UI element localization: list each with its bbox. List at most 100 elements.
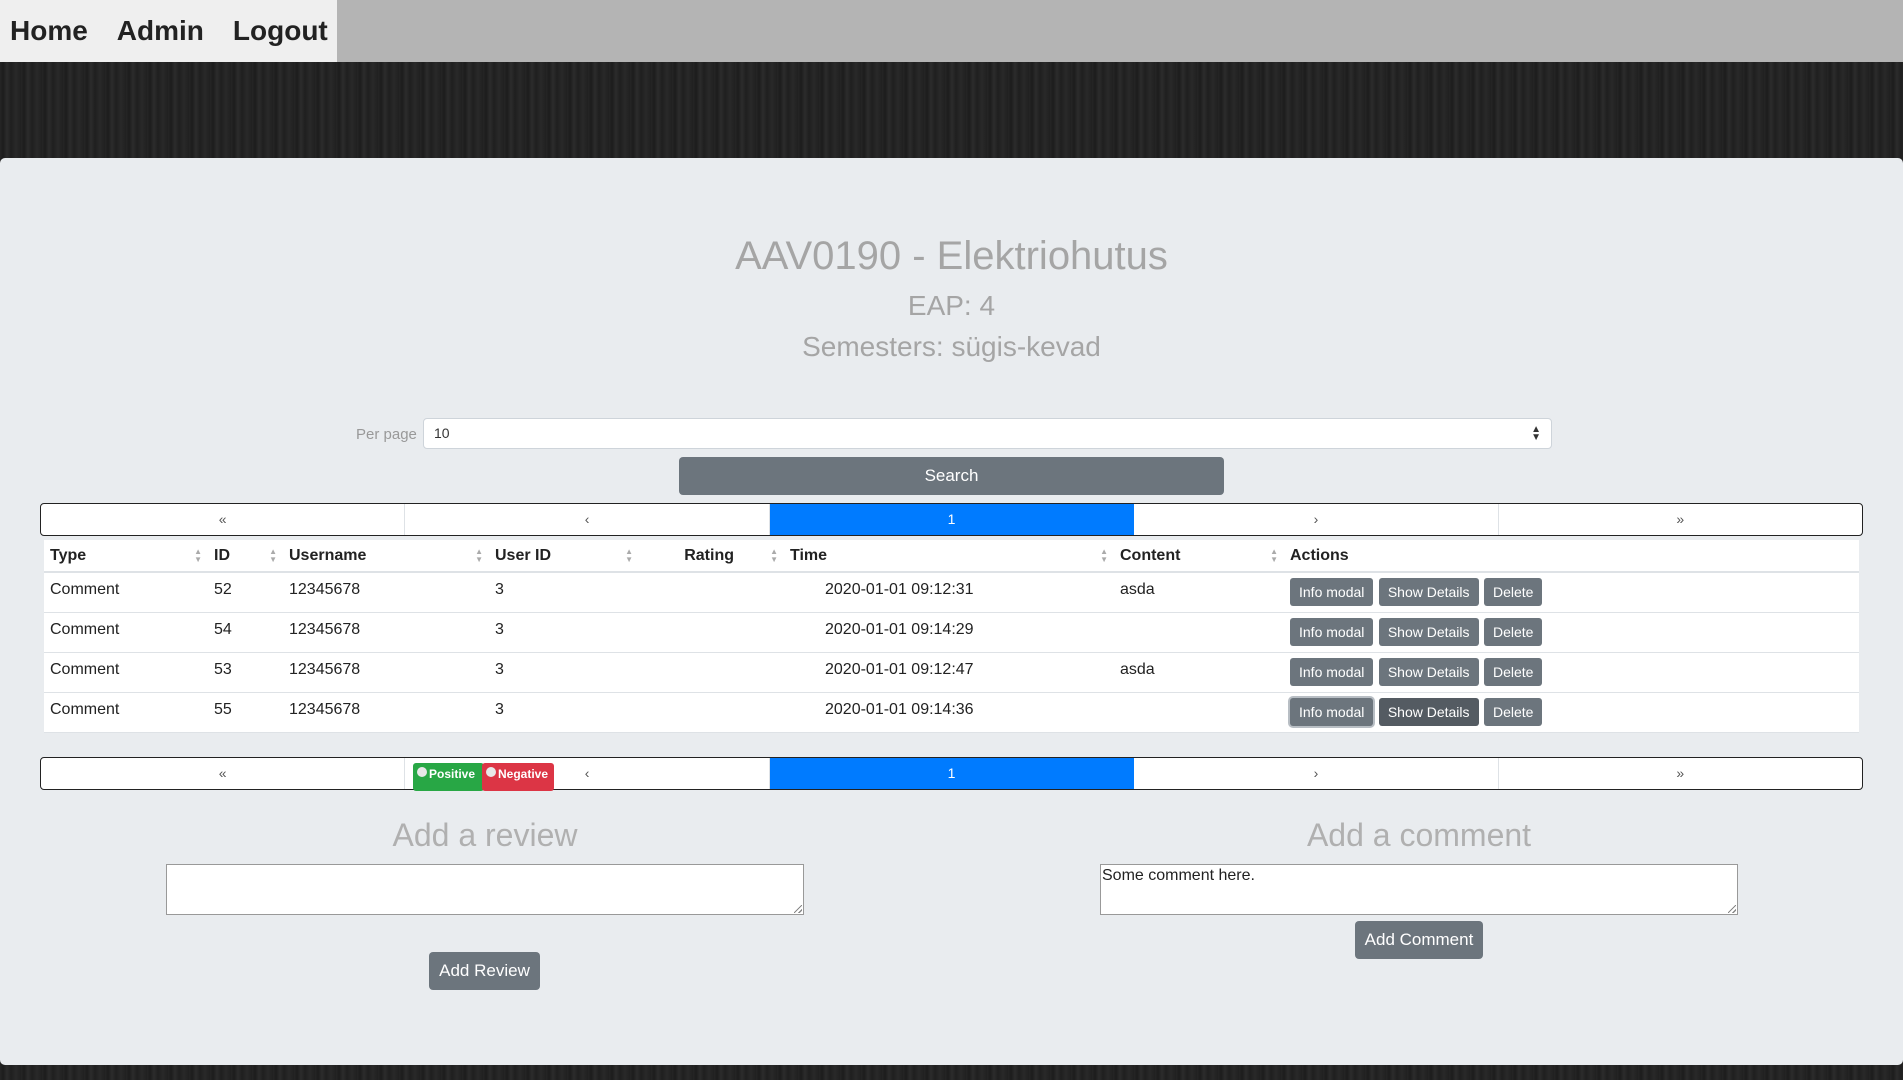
course-title: AAV0190 - Elektriohutus — [735, 234, 1168, 278]
cell-type: Comment — [44, 612, 208, 653]
table-row: Comment 52 12345678 3 2020-01-01 09:12:3… — [44, 572, 1859, 613]
cell-username: 12345678 — [283, 692, 489, 733]
cell-time: 2020-01-01 09:14:29 — [784, 612, 1114, 653]
info-modal-button[interactable]: Info modal — [1290, 617, 1374, 646]
cell-time: 2020-01-01 09:12:31 — [784, 572, 1114, 613]
entries-table: Type ▲ ▼ ID ▲ ▼ Username ▲ ▼ User ID ▲ ▼ Rating ▲… — [44, 540, 1859, 733]
cell-content: asda — [1114, 572, 1284, 613]
top-navbar: Home Admin Logout — [0, 0, 1903, 62]
cell-id: 55 — [208, 692, 283, 733]
radio-dot-icon — [417, 767, 427, 777]
cell-time: 2020-01-01 09:14:36 — [784, 692, 1114, 733]
info-modal-button[interactable]: Info modal — [1290, 657, 1374, 686]
pagination-top: « ‹ 1 › » — [40, 503, 1863, 536]
sort-icon: ▲ ▼ — [1270, 547, 1278, 564]
per-page-select[interactable]: 10 ▲ ▼ — [423, 418, 1552, 449]
resize-grip-icon — [1728, 905, 1736, 913]
add-comment-heading: Add a comment — [1306, 817, 1532, 853]
cell-username: 12345678 — [283, 652, 489, 693]
show-details-button[interactable]: Show Details — [1378, 697, 1479, 726]
sort-icon: ▲ ▼ — [625, 547, 633, 564]
show-details-button[interactable]: Show Details — [1378, 617, 1479, 646]
sort-icon: ▲ ▼ — [269, 547, 277, 564]
table-row: Comment 54 12345678 3 2020-01-01 09:14:2… — [44, 612, 1859, 653]
page-next-button[interactable]: › — [1134, 504, 1499, 535]
col-type-header[interactable]: Type ▲ ▼ — [44, 540, 208, 573]
table-row: Comment 55 12345678 3 2020-01-01 09:14:3… — [44, 692, 1859, 733]
negative-toggle[interactable]: Negative — [482, 763, 554, 791]
cell-actions: Info modal Show Details Delete — [1284, 572, 1859, 613]
per-page-label: Per page — [356, 426, 417, 443]
cell-actions: Info modal Show Details Delete — [1284, 692, 1859, 733]
page-next-button[interactable]: › — [1134, 758, 1499, 789]
cell-id: 52 — [208, 572, 283, 613]
select-arrows-icon: ▲ ▼ — [1531, 424, 1541, 443]
review-textarea[interactable] — [166, 864, 804, 915]
page-first-button[interactable]: « — [41, 758, 406, 789]
page-last-button[interactable]: » — [1499, 504, 1862, 535]
per-page-value: 10 — [434, 425, 450, 441]
sort-icon: ▲ ▼ — [475, 547, 483, 564]
cell-content — [1114, 692, 1284, 733]
cell-actions: Info modal Show Details Delete — [1284, 612, 1859, 653]
sort-icon: ▲ ▼ — [770, 547, 778, 564]
col-rating-header[interactable]: Rating ▲ ▼ — [639, 540, 784, 573]
delete-button[interactable]: Delete — [1483, 617, 1543, 646]
info-modal-button[interactable]: Info modal — [1290, 697, 1374, 726]
sort-icon: ▲ ▼ — [1100, 547, 1108, 564]
page-prev-button[interactable]: ‹ — [405, 504, 770, 535]
add-review-heading: Add a review — [392, 817, 578, 853]
cell-rating — [639, 612, 784, 653]
nav-logout-link[interactable]: Logout — [233, 15, 328, 47]
cell-userid: 3 — [489, 692, 639, 733]
cell-id: 54 — [208, 612, 283, 653]
page-last-button[interactable]: » — [1499, 758, 1862, 789]
sort-icon: ▲ ▼ — [194, 547, 202, 564]
info-modal-button[interactable]: Info modal — [1290, 578, 1374, 606]
radio-dot-icon — [486, 767, 496, 777]
col-time-header[interactable]: Time ▲ ▼ — [784, 540, 1114, 573]
cell-type: Comment — [44, 652, 208, 693]
delete-button[interactable]: Delete — [1483, 578, 1543, 606]
cell-content: asda — [1114, 652, 1284, 693]
cell-userid: 3 — [489, 652, 639, 693]
course-eap: EAP: 4 — [907, 290, 996, 321]
cell-rating — [639, 572, 784, 613]
table-row: Comment 53 12345678 3 2020-01-01 09:12:4… — [44, 652, 1859, 693]
positive-toggle[interactable]: Positive — [413, 763, 484, 791]
show-details-button[interactable]: Show Details — [1378, 657, 1479, 686]
show-details-button[interactable]: Show Details — [1378, 578, 1479, 606]
resize-grip-icon — [794, 905, 802, 913]
page-current-button[interactable]: 1 — [769, 504, 1135, 535]
page-first-button[interactable]: « — [41, 504, 406, 535]
col-actions-header: Actions — [1284, 540, 1859, 573]
add-review-button[interactable]: Add Review — [429, 952, 540, 990]
nav-links: Home Admin Logout — [0, 0, 337, 62]
comment-textarea[interactable]: Some comment here. — [1100, 864, 1738, 915]
course-semesters: Semesters: sügis-kevad — [802, 331, 1101, 362]
search-button[interactable]: Search — [679, 457, 1224, 495]
cell-userid: 3 — [489, 572, 639, 613]
col-id-header[interactable]: ID ▲ ▼ — [208, 540, 283, 573]
table-header-row: Type ▲ ▼ ID ▲ ▼ Username ▲ ▼ User ID ▲ ▼ Rating ▲… — [44, 540, 1859, 573]
cell-time: 2020-01-01 09:12:47 — [784, 652, 1114, 693]
cell-userid: 3 — [489, 612, 639, 653]
col-username-header[interactable]: Username ▲ ▼ — [283, 540, 489, 573]
col-content-header[interactable]: Content ▲ ▼ — [1114, 540, 1284, 573]
cell-username: 12345678 — [283, 572, 489, 613]
add-comment-button[interactable]: Add Comment — [1355, 921, 1483, 959]
cell-type: Comment — [44, 572, 208, 613]
page-current-button[interactable]: 1 — [769, 758, 1135, 789]
delete-button[interactable]: Delete — [1483, 697, 1543, 726]
cell-id: 53 — [208, 652, 283, 693]
cell-rating — [639, 652, 784, 693]
course-card: AAV0190 - Elektriohutus EAP: 4 Semesters… — [0, 158, 1903, 1065]
col-userid-header[interactable]: User ID ▲ ▼ — [489, 540, 639, 573]
cell-actions: Info modal Show Details Delete — [1284, 652, 1859, 693]
nav-admin-link[interactable]: Admin — [117, 15, 204, 47]
cell-username: 12345678 — [283, 612, 489, 653]
cell-rating — [639, 692, 784, 733]
nav-home-link[interactable]: Home — [10, 15, 88, 47]
delete-button[interactable]: Delete — [1483, 657, 1543, 686]
cell-type: Comment — [44, 692, 208, 733]
